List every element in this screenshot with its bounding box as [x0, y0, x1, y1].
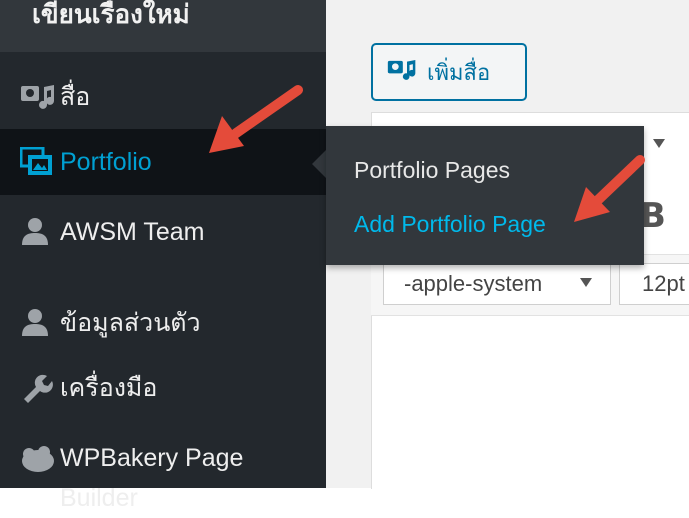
arrow-icon — [209, 85, 303, 153]
arrow-icon — [574, 155, 645, 222]
annotation-arrows — [209, 85, 645, 222]
